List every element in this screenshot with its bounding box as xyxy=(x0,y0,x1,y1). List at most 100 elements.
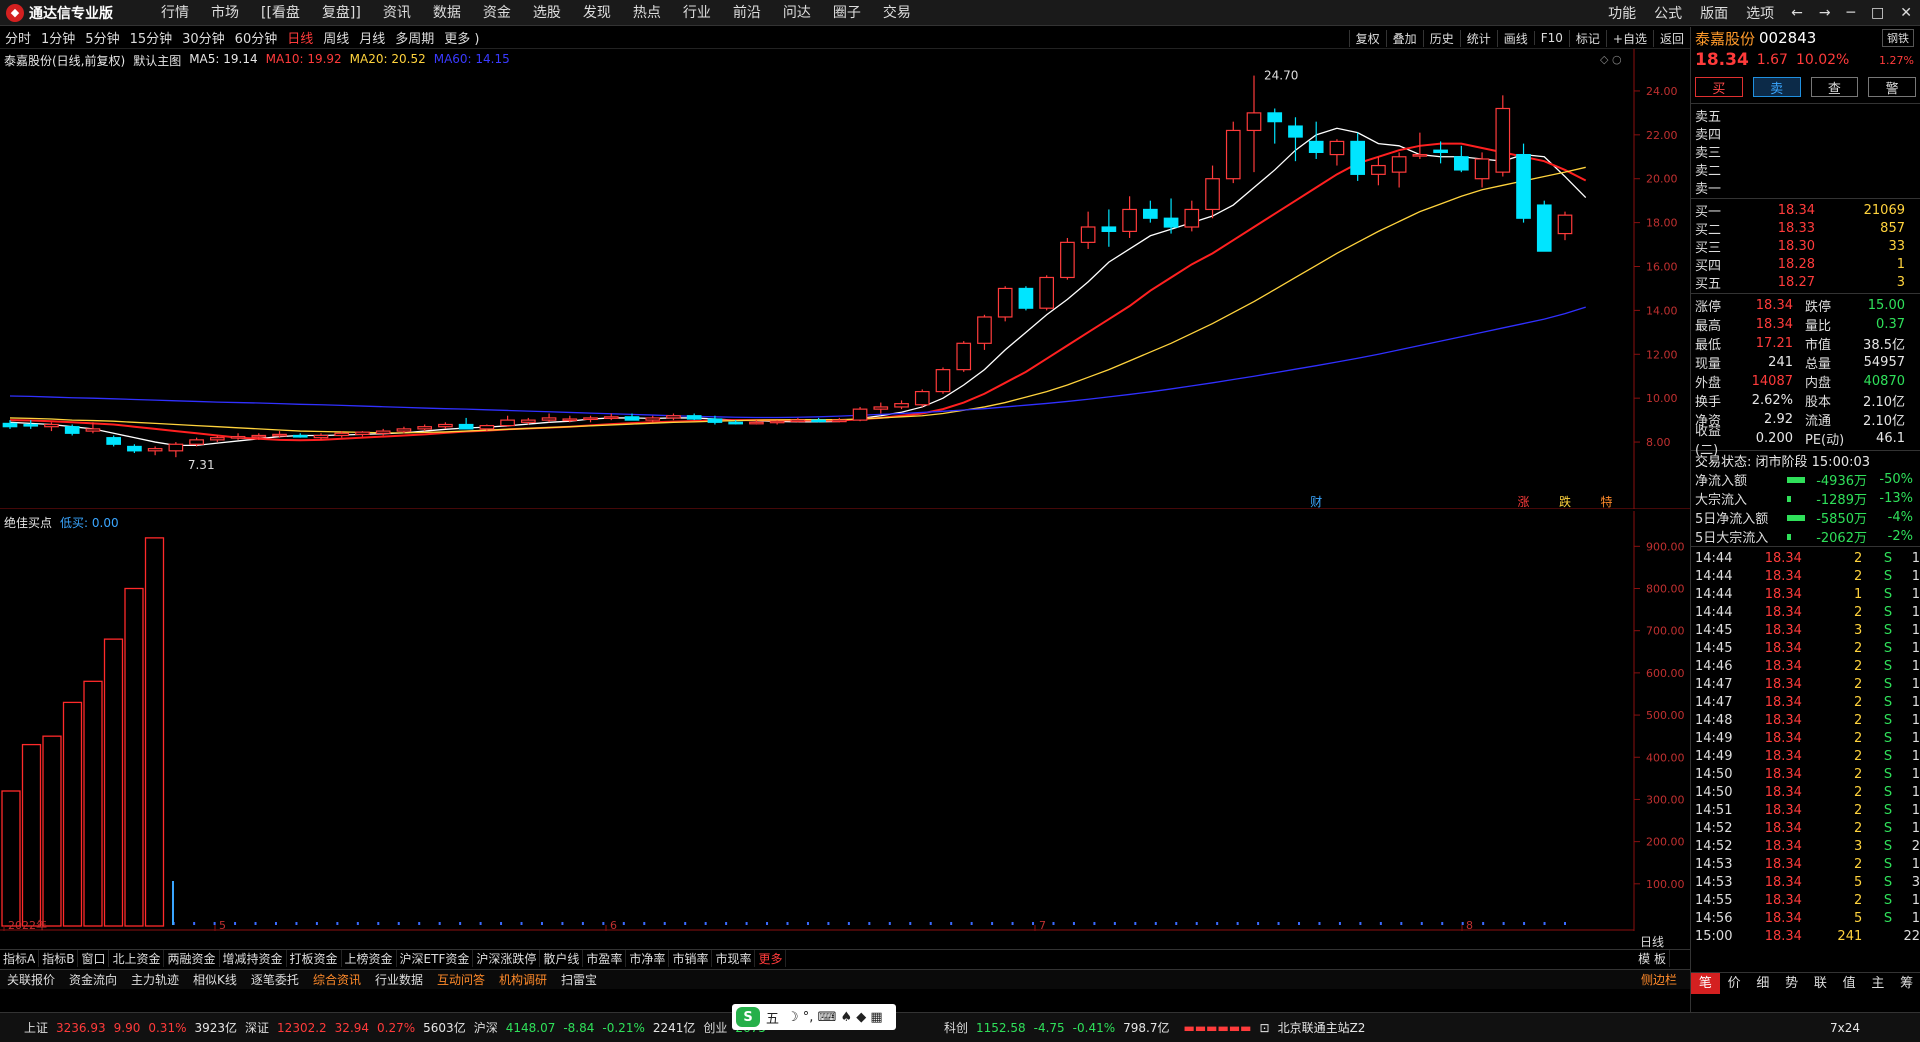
quote-tab[interactable]: 势 xyxy=(1777,973,1806,994)
alert-button[interactable]: 警 xyxy=(1868,77,1916,97)
quote-tab[interactable]: 细 xyxy=(1749,973,1778,994)
indicator-tab[interactable]: 指标A xyxy=(0,950,40,967)
indicator-tab[interactable]: 市现率 xyxy=(712,950,756,967)
ime-toolbar[interactable]: S 五 ☽ °, ⌨ ♠ ◆ ▦ xyxy=(732,1004,896,1030)
chart-tool-button[interactable]: F10 xyxy=(1533,31,1569,45)
quote-tab[interactable]: 主 xyxy=(1864,973,1893,994)
timeframe-tab[interactable]: 周线 xyxy=(318,28,354,47)
menu-func[interactable]: 功能 xyxy=(1599,3,1645,23)
quote-tab[interactable]: 联 xyxy=(1806,973,1835,994)
ask-row[interactable]: 卖五 xyxy=(1691,106,1920,125)
menu-item[interactable]: 资金 xyxy=(472,0,522,26)
chart-tool-button[interactable]: 统计 xyxy=(1459,29,1497,47)
chart-tool-button[interactable]: 画线 xyxy=(1496,29,1534,47)
indicator-tab[interactable]: 上榜资金 xyxy=(342,950,397,967)
close-icon[interactable]: ✕ xyxy=(1892,5,1920,21)
tick-list[interactable]: 14:44 18.34 2 S 1 14:44 18.34 2 S 1 14:44 18.34 1 S 1 1… xyxy=(1691,546,1920,945)
timeframe-tab[interactable]: 日线 xyxy=(282,28,318,47)
menu-options[interactable]: 选项 xyxy=(1737,3,1783,23)
moon-icon[interactable]: ☽ °, ⌨ ♠ ◆ ▦ xyxy=(787,1010,883,1025)
timeframe-tab[interactable]: 5分钟 xyxy=(80,28,124,47)
timeframe-tab[interactable]: 月线 xyxy=(354,28,390,47)
maximize-icon[interactable]: □ xyxy=(1863,5,1892,21)
indicator-tab[interactable]: 散户线 xyxy=(540,950,584,967)
industry-tag[interactable]: 钢铁 xyxy=(1882,29,1914,47)
ime-mode[interactable]: 五 xyxy=(766,1008,779,1027)
sh-label[interactable]: 上证 xyxy=(24,1019,48,1036)
timeframe-tab[interactable]: 30分钟 xyxy=(177,28,230,47)
chart-tool-button[interactable]: 复权 xyxy=(1348,29,1386,47)
info-tab[interactable]: 互动问答 xyxy=(430,971,492,988)
info-tab[interactable]: 逐笔委托 xyxy=(244,971,306,988)
menu-item[interactable]: 行业 xyxy=(672,0,722,26)
event-marker[interactable]: 涨 xyxy=(1518,494,1530,509)
quote-tab[interactable]: 价 xyxy=(1720,973,1749,994)
buy-button[interactable]: 买 xyxy=(1695,77,1743,97)
indicator-tab[interactable]: 市净率 xyxy=(626,950,670,967)
menu-item[interactable]: 问达 xyxy=(772,0,822,26)
quote-tab[interactable]: 筹 xyxy=(1892,973,1920,994)
hs-label[interactable]: 沪深 xyxy=(474,1019,498,1036)
quote-tab[interactable]: 值 xyxy=(1835,973,1864,994)
indicator-chart[interactable]: 900.00 800.00 700.00 600.00 500.00 400.00 300.… xyxy=(0,511,1690,931)
ask-row[interactable]: 卖三 xyxy=(1691,142,1920,161)
sell-button[interactable]: 卖 xyxy=(1752,77,1801,97)
minimize-icon[interactable]: ─ xyxy=(1839,5,1863,21)
chart-settings-icon[interactable]: ◇ ○ xyxy=(1600,53,1622,66)
menu-item[interactable]: 数据 xyxy=(422,0,472,26)
menu-item[interactable]: 市场 xyxy=(200,0,250,26)
menu-item[interactable]: 前沿 xyxy=(722,0,772,26)
kc-label[interactable]: 科创 xyxy=(944,1019,968,1036)
menu-item[interactable]: 选股 xyxy=(522,0,572,26)
indicator-tab[interactable]: 打板资金 xyxy=(287,950,342,967)
indicator-tab[interactable]: 沪深涨跌停 xyxy=(473,950,541,967)
chart-tool-button[interactable]: 标记 xyxy=(1568,29,1606,47)
bid-row[interactable]: 买四 18.28 1 xyxy=(1691,255,1920,274)
bid-row[interactable]: 买三 18.30 33 xyxy=(1691,237,1920,256)
kline-chart[interactable]: 24.00 22.00 20.00 18.00 16.00 14.00 12.00 10.00… xyxy=(0,49,1690,509)
menu-item[interactable]: 圈子 xyxy=(822,0,872,26)
indicator-tab[interactable]: 窗口 xyxy=(78,950,110,967)
forward-arrow-icon[interactable]: → xyxy=(1811,5,1839,21)
sidebar-button[interactable]: 侧边栏 xyxy=(1634,971,1684,988)
menu-item[interactable]: 复盘]] xyxy=(311,0,372,26)
template-button[interactable]: 模 板 xyxy=(1635,950,1670,967)
bid-row[interactable]: 买五 18.27 3 xyxy=(1691,273,1920,292)
query-button[interactable]: 查 xyxy=(1810,77,1859,97)
server-icon[interactable]: ⊡ xyxy=(1260,1021,1270,1035)
info-tab[interactable]: 相似K线 xyxy=(186,971,244,988)
info-tab[interactable]: 扫雷宝 xyxy=(554,971,604,988)
menu-item[interactable]: 交易 xyxy=(872,0,922,26)
sz-label[interactable]: 深证 xyxy=(245,1019,269,1036)
ask-row[interactable]: 卖四 xyxy=(1691,124,1920,143)
indicator-tab[interactable]: 沪深ETF资金 xyxy=(397,950,474,967)
back-arrow-icon[interactable]: ← xyxy=(1783,5,1811,21)
indicator-tab[interactable]: 北上资金 xyxy=(109,950,165,967)
indicator-tab[interactable]: 两融资金 xyxy=(164,950,220,967)
indicator-tab[interactable]: 更多 xyxy=(755,950,787,967)
menu-item[interactable]: 资讯 xyxy=(372,0,422,26)
info-tab[interactable]: 综合资讯 xyxy=(306,971,368,988)
ask-row[interactable]: 卖二 xyxy=(1691,160,1920,179)
info-tab[interactable]: 行业数据 xyxy=(368,971,430,988)
indicator-tab[interactable]: 指标B xyxy=(39,950,79,967)
timeframe-tab[interactable]: 分时 xyxy=(0,28,36,47)
timeframe-tab[interactable]: 更多 ) xyxy=(439,28,484,47)
indicator-tab[interactable]: 市销率 xyxy=(669,950,713,967)
chart-tool-button[interactable]: 历史 xyxy=(1422,29,1460,47)
news-24h-label[interactable]: 7x24 xyxy=(1830,1021,1860,1035)
menu-item[interactable]: 热点 xyxy=(622,0,672,26)
timeframe-tab[interactable]: 多周期 xyxy=(390,28,439,47)
event-marker[interactable]: 跌 xyxy=(1559,494,1571,509)
info-tab[interactable]: 资金流向 xyxy=(62,971,124,988)
quote-tab[interactable]: 笔 xyxy=(1691,973,1720,994)
cy-label[interactable]: 创业 xyxy=(703,1019,727,1036)
menu-item[interactable]: 行情 xyxy=(150,0,200,26)
event-marker[interactable]: 财 xyxy=(1310,495,1322,509)
timeframe-tab[interactable]: 15分钟 xyxy=(125,28,178,47)
info-tab[interactable]: 机构调研 xyxy=(492,971,554,988)
menu-item[interactable]: 发现 xyxy=(572,0,622,26)
bid-row[interactable]: 买一 18.34 21069 xyxy=(1691,201,1920,220)
timeframe-tab[interactable]: 1分钟 xyxy=(36,28,80,47)
network-label[interactable]: 北京联通主站Z2 xyxy=(1278,1019,1366,1036)
